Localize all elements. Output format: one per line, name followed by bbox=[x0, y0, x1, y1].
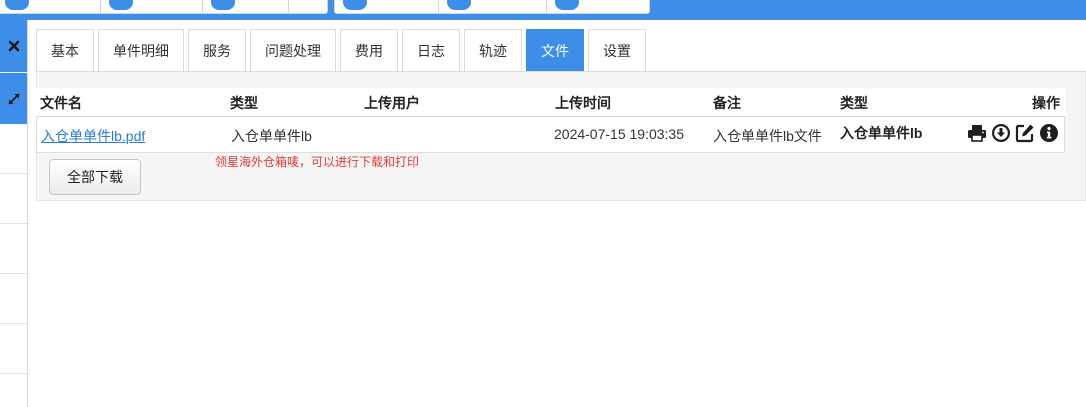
sidebar-row[interactable] bbox=[0, 124, 27, 174]
tab-fees[interactable]: 费用 bbox=[340, 29, 398, 72]
count-badge bbox=[5, 0, 29, 10]
status-chip[interactable] bbox=[0, 0, 101, 13]
status-chip[interactable] bbox=[101, 0, 203, 13]
count-badge bbox=[555, 0, 579, 10]
file-note: 领星海外仓箱唛，可以进行下载和打印 bbox=[215, 155, 420, 169]
row-actions bbox=[967, 123, 1059, 143]
status-chip[interactable] bbox=[289, 0, 327, 13]
download-all-button[interactable]: 全部下载 bbox=[49, 159, 141, 195]
sidebar-row[interactable] bbox=[0, 324, 27, 374]
print-icon bbox=[968, 125, 986, 142]
header-upload-time: 上传时间 bbox=[555, 95, 611, 111]
expand-panel-button[interactable] bbox=[0, 73, 27, 124]
tab-issues[interactable]: 问题处理 bbox=[250, 29, 336, 72]
file-remark: 入仓单单件lb文件 bbox=[713, 128, 822, 144]
download-button[interactable] bbox=[991, 123, 1011, 143]
count-badge bbox=[343, 0, 367, 10]
close-panel-button[interactable] bbox=[0, 20, 27, 72]
left-sidebar bbox=[0, 20, 28, 407]
tab-tracking[interactable]: 轨迹 bbox=[464, 29, 522, 72]
top-status-bar bbox=[0, 0, 1086, 20]
header-remark: 备注 bbox=[713, 95, 741, 111]
file-type: 入仓单单件lb bbox=[231, 128, 312, 144]
print-button[interactable] bbox=[967, 123, 987, 143]
status-chip[interactable] bbox=[439, 0, 547, 13]
header-type: 类型 bbox=[230, 95, 258, 111]
tab-log[interactable]: 日志 bbox=[402, 29, 460, 72]
tab-settings[interactable]: 设置 bbox=[588, 29, 646, 72]
sidebar-row[interactable] bbox=[0, 224, 27, 274]
upload-time: 2024-07-15 19:03:35 bbox=[554, 126, 684, 142]
info-icon bbox=[1040, 124, 1058, 142]
detail-tabs: 基本 单件明细 服务 问题处理 费用 日志 轨迹 文件 设置 bbox=[36, 29, 650, 72]
file-table-header: 文件名 类型 上传用户 上传时间 备注 类型 操作 bbox=[36, 88, 1066, 116]
expand-icon bbox=[7, 92, 20, 105]
tab-services[interactable]: 服务 bbox=[188, 29, 246, 72]
status-chip-group-right bbox=[334, 0, 650, 14]
tab-files[interactable]: 文件 bbox=[526, 29, 584, 72]
sidebar-row[interactable] bbox=[0, 174, 27, 224]
edit-icon bbox=[1015, 124, 1034, 143]
file-type-2: 入仓单单件lb bbox=[840, 125, 923, 141]
close-icon bbox=[8, 40, 19, 52]
count-badge bbox=[109, 0, 133, 10]
count-badge bbox=[211, 0, 235, 10]
header-actions: 操作 bbox=[1032, 95, 1060, 111]
sidebar-row[interactable] bbox=[0, 274, 27, 324]
status-chip-group-left bbox=[0, 0, 328, 14]
info-button[interactable] bbox=[1039, 123, 1059, 143]
status-chip[interactable] bbox=[335, 0, 439, 13]
edit-button[interactable] bbox=[1015, 123, 1035, 143]
header-file-name: 文件名 bbox=[40, 95, 82, 111]
download-icon bbox=[992, 124, 1010, 142]
status-chip[interactable] bbox=[547, 0, 649, 13]
table-row: 入仓单单件lb.pdf 入仓单单件lb 2024-07-15 19:03:35 … bbox=[36, 116, 1065, 153]
count-badge bbox=[447, 0, 471, 10]
file-name-link[interactable]: 入仓单单件lb.pdf bbox=[41, 126, 145, 146]
tab-item-details[interactable]: 单件明细 bbox=[98, 29, 184, 72]
status-chip[interactable] bbox=[203, 0, 289, 13]
tab-basic[interactable]: 基本 bbox=[36, 29, 94, 72]
header-type-2: 类型 bbox=[840, 95, 868, 111]
header-upload-user: 上传用户 bbox=[364, 95, 420, 111]
